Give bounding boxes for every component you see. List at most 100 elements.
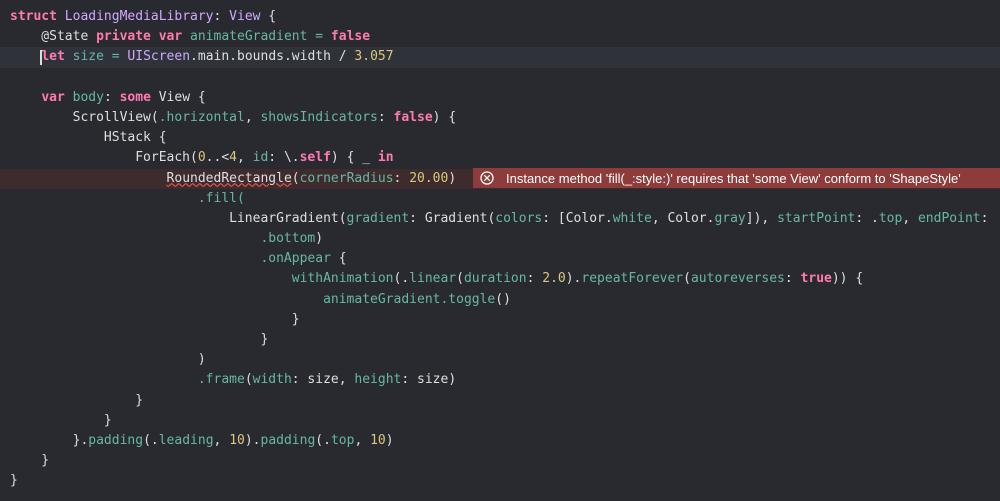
code-token: false [393, 109, 433, 125]
code-token: 4 [229, 150, 237, 166]
code-token: let [41, 49, 65, 65]
code-token: ) { [432, 109, 457, 125]
code-token: : [103, 89, 120, 105]
text-cursor [40, 50, 42, 66]
code-line[interactable]: } [0, 451, 1000, 471]
code-token: 0 [197, 150, 206, 166]
code-line[interactable]: } [0, 310, 1000, 330]
code-token: 3.057 [354, 49, 394, 65]
code-line[interactable]: .fill( [0, 189, 1000, 209]
code-token: (. [393, 271, 410, 287]
code-token: { [260, 9, 277, 24]
code-line[interactable]: .onAppear { [0, 249, 1000, 269]
code-token: padding [88, 432, 144, 448]
code-token: ) [448, 170, 457, 186]
error-circle-x-icon[interactable] [480, 171, 494, 185]
code-token: top [330, 432, 355, 448]
code-line[interactable]: .bottom) [0, 229, 1000, 249]
code-token: linear [409, 271, 457, 287]
code-line[interactable]: let size = UIScreen.main.bounds.width / … [0, 47, 1000, 68]
code-token: , [902, 210, 918, 226]
code-editor[interactable]: struct LoadingMediaLibrary: View { @Stat… [0, 0, 1000, 501]
code-line[interactable]: ForEach(0..<4, id: \.self) { _ in [0, 148, 1000, 168]
code-line[interactable]: ) [0, 350, 1000, 370]
code-line[interactable]: .frame(width: size, height: size) [0, 370, 1000, 390]
code-token: ( [244, 372, 253, 388]
code-token: : size) [401, 372, 457, 388]
error-banner[interactable]: Instance method 'fill(_:style:)' require… [473, 168, 1000, 188]
code-token: ( [291, 170, 300, 186]
code-line[interactable]: } [0, 471, 1000, 491]
code-token: autoreverses [690, 271, 785, 287]
code-token: self [299, 150, 331, 166]
code-token: height [354, 372, 402, 388]
code-token: ). [244, 432, 261, 448]
code-token: HStack { [10, 130, 167, 146]
code-line[interactable]: } [0, 330, 1000, 350]
code-token: duration [463, 271, 527, 287]
code-line[interactable]: }.padding(.leading, 10).padding(.top, 10… [0, 431, 1000, 451]
code-token: .onAppear [10, 251, 331, 267]
code-token: leading [158, 432, 214, 448]
code-token: var [41, 89, 65, 105]
code-token: in [377, 150, 394, 166]
code-token: ScrollView( [10, 109, 159, 125]
code-token: animateGradient = [182, 29, 331, 45]
code-token: , [354, 432, 371, 448]
code-token: : size, [291, 372, 355, 388]
code-token: } [10, 392, 144, 408]
code-line[interactable]: } [0, 391, 1000, 411]
code-token: (. [315, 432, 331, 448]
code-token: () [495, 291, 511, 307]
code-token: : [Color. [542, 210, 613, 226]
code-line[interactable]: var body: some View { [0, 88, 1000, 108]
code-token: .horizontal [158, 109, 245, 125]
code-token: size = [64, 49, 128, 65]
code-token: true [800, 271, 832, 287]
code-token: 20.00 [409, 170, 449, 186]
code-line[interactable]: LinearGradient(gradient: Gradient(colors… [0, 209, 1000, 229]
code-line[interactable]: struct LoadingMediaLibrary: View { [0, 7, 1000, 27]
code-token: View [229, 9, 261, 24]
code-line[interactable] [0, 68, 1000, 88]
code-token: some [119, 89, 151, 105]
code-token: ..< [205, 150, 230, 166]
code-token: white [612, 210, 652, 226]
code-token: ) [385, 432, 394, 448]
code-token: } [10, 473, 18, 489]
code-token: top [878, 210, 903, 226]
code-token: ]), [745, 210, 778, 226]
code-line[interactable]: animateGradient.toggle() [0, 290, 1000, 310]
code-token: { [330, 251, 347, 267]
code-token: endPoint [917, 210, 981, 226]
code-token: : . [855, 210, 879, 226]
code-token: }. [10, 432, 89, 448]
code-token: width [252, 372, 292, 388]
code-line[interactable]: } [0, 411, 1000, 431]
code-line[interactable]: withAnimation(.linear(duration: 2.0).rep… [0, 269, 1000, 289]
code-token: 10 [229, 432, 245, 448]
code-token: gradient [346, 210, 410, 226]
code-token: animateGradient.toggle [10, 291, 496, 307]
code-token: showsIndicators [260, 109, 378, 125]
code-token: ForEach( [10, 150, 198, 166]
code-token: @State [10, 29, 97, 45]
code-line[interactable]: @State private var animateGradient = fal… [0, 27, 1000, 47]
code-token: .fill( [10, 190, 245, 206]
code-token: padding [260, 432, 316, 448]
code-token: .frame [10, 372, 245, 388]
code-token: false [330, 29, 371, 45]
code-token: body [64, 89, 104, 105]
code-line[interactable]: ScrollView(.horizontal, showsIndicators:… [0, 108, 1000, 128]
code-token: } [10, 412, 112, 428]
error-message: Instance method 'fill(_:style:)' require… [506, 170, 961, 186]
code-token: .bottom [10, 231, 316, 247]
code-token: : [393, 170, 410, 186]
code-token: : [377, 109, 394, 125]
code-token: , Color. [651, 210, 715, 226]
code-line[interactable]: HStack { [0, 128, 1000, 148]
code-token: ( [456, 271, 464, 287]
